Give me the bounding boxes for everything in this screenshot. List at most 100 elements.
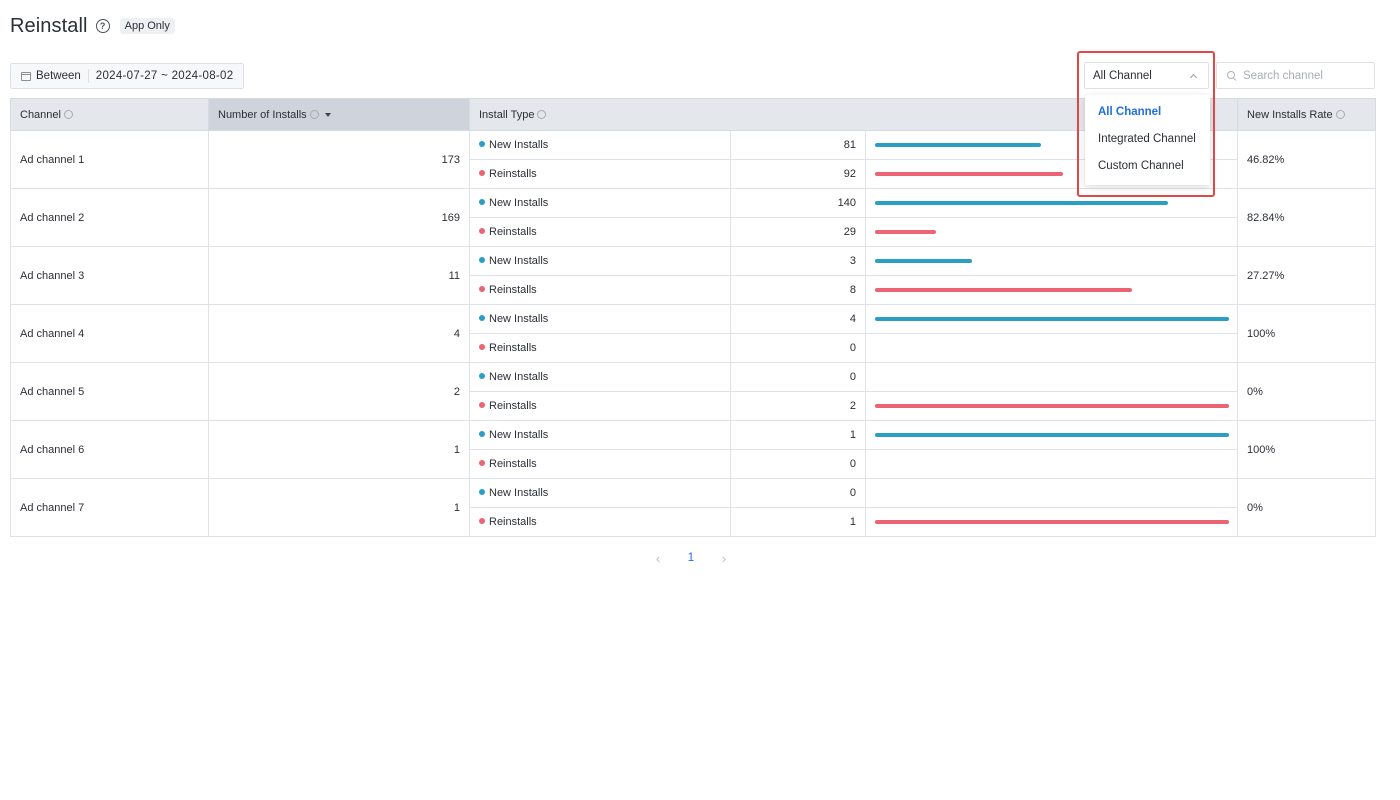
- install-bar-cell: [864, 362, 1239, 392]
- install-type-cell: Reinstalls: [469, 275, 731, 305]
- install-count-cell: 1: [730, 420, 866, 450]
- install-type-cell: Reinstalls: [469, 333, 731, 363]
- help-icon[interactable]: ?: [95, 19, 110, 33]
- installs-cell: 2: [208, 362, 470, 421]
- legend-dot-icon: [479, 228, 485, 234]
- info-icon[interactable]: [537, 109, 547, 119]
- rate-cell: 0%: [1237, 362, 1377, 421]
- install-count-cell: 0: [730, 478, 866, 508]
- table-row: Ad channel 2 169 New Installs 140 82.84%: [10, 188, 1377, 247]
- title-row: Reinstall ? App Only: [10, 12, 175, 40]
- search-channel-box[interactable]: [1216, 62, 1375, 89]
- install-bar-cell: [864, 449, 1239, 479]
- install-count-cell: 0: [730, 333, 866, 363]
- next-page-button[interactable]: ›: [716, 551, 732, 566]
- channel-cell: Ad channel 3: [10, 246, 209, 305]
- rate-cell: 82.84%: [1237, 188, 1377, 247]
- channel-select[interactable]: All Channel: [1084, 62, 1209, 89]
- rate-cell: 100%: [1237, 420, 1377, 479]
- install-bar: [875, 317, 1229, 321]
- channel-cell: Ad channel 5: [10, 362, 209, 421]
- date-range-picker[interactable]: Between 2024-07-27 ~ 2024-08-02: [10, 63, 244, 89]
- sort-desc-icon[interactable]: [324, 112, 331, 117]
- page-title: Reinstall: [10, 14, 88, 37]
- install-type-cell: Reinstalls: [469, 159, 731, 189]
- install-type-cell: New Installs: [469, 246, 731, 276]
- install-bar: [875, 433, 1229, 437]
- dropdown-option-integrated-channel[interactable]: Integrated Channel: [1085, 127, 1210, 154]
- install-bar: [875, 230, 936, 234]
- legend-dot-icon: [479, 402, 485, 408]
- info-icon[interactable]: [1335, 109, 1345, 119]
- install-count-cell: 1: [730, 507, 866, 537]
- table-row: Ad channel 7 1 New Installs 0 0%: [10, 478, 1377, 537]
- legend-dot-icon: [479, 315, 485, 321]
- install-count-cell: 3: [730, 246, 866, 276]
- prev-page-button[interactable]: ‹: [650, 551, 666, 566]
- install-bar-cell: [864, 246, 1239, 276]
- legend-dot-icon: [479, 489, 485, 495]
- rate-cell: 100%: [1237, 304, 1377, 363]
- install-bar-cell: [864, 188, 1239, 218]
- install-type-cell: New Installs: [469, 130, 731, 160]
- date-divider: [87, 69, 89, 83]
- installs-cell: 173: [208, 130, 470, 189]
- install-bar-cell: [864, 217, 1239, 247]
- install-bar-cell: [864, 507, 1239, 537]
- channel-select-value: All Channel: [1093, 69, 1152, 82]
- chevron-up-icon: [1189, 73, 1198, 81]
- search-icon: [1227, 70, 1237, 81]
- install-type-cell: Reinstalls: [469, 217, 731, 247]
- info-icon[interactable]: [63, 109, 73, 119]
- legend-dot-icon: [479, 141, 485, 147]
- install-bar-cell: [864, 478, 1239, 508]
- dropdown-option-all-channel[interactable]: All Channel: [1085, 100, 1210, 127]
- legend-dot-icon: [479, 373, 485, 379]
- channel-cell: Ad channel 7: [10, 478, 209, 537]
- table-row: Ad channel 6 1 New Installs 1 100%: [10, 420, 1377, 479]
- install-count-cell: 0: [730, 362, 866, 392]
- column-header-channel[interactable]: Channel: [10, 98, 209, 131]
- info-icon[interactable]: [309, 109, 319, 119]
- table-row: Ad channel 3 11 New Installs 3 27.27%: [10, 246, 1377, 305]
- rate-cell: 27.27%: [1237, 246, 1377, 305]
- legend-dot-icon: [479, 518, 485, 524]
- install-bar-cell: [864, 275, 1239, 305]
- calendar-icon: [21, 71, 31, 81]
- date-range-value: 2024-07-27 ~ 2024-08-02: [95, 70, 234, 82]
- dropdown-option-custom-channel[interactable]: Custom Channel: [1085, 154, 1210, 181]
- channel-dropdown-menu: All Channel Integrated Channel Custom Chan…: [1085, 95, 1210, 185]
- column-header-installs[interactable]: Number of Installs: [208, 98, 470, 131]
- legend-dot-icon: [479, 199, 485, 205]
- table-row: Ad channel 4 4 New Installs 4 100%: [10, 304, 1377, 363]
- channel-cell: Ad channel 4: [10, 304, 209, 363]
- installs-cell: 169: [208, 188, 470, 247]
- install-count-cell: 2: [730, 391, 866, 421]
- install-count-cell: 8: [730, 275, 866, 305]
- app-only-badge: App Only: [119, 18, 175, 34]
- install-type-cell: New Installs: [469, 420, 731, 450]
- install-bar-cell: [864, 333, 1239, 363]
- installs-cell: 1: [208, 478, 470, 537]
- install-bar-cell: [864, 420, 1239, 450]
- install-bar: [875, 172, 1063, 176]
- install-bar: [875, 259, 972, 263]
- install-count-cell: 29: [730, 217, 866, 247]
- install-count-cell: 92: [730, 159, 866, 189]
- legend-dot-icon: [479, 431, 485, 437]
- legend-dot-icon: [479, 460, 485, 466]
- channel-cell: Ad channel 1: [10, 130, 209, 189]
- channel-cell: Ad channel 6: [10, 420, 209, 479]
- install-count-cell: 81: [730, 130, 866, 160]
- column-header-rate[interactable]: New Installs Rate: [1237, 98, 1377, 131]
- install-bar-cell: [864, 304, 1239, 334]
- channel-cell: Ad channel 2: [10, 188, 209, 247]
- page-number-1[interactable]: 1: [666, 552, 716, 564]
- install-count-cell: 140: [730, 188, 866, 218]
- installs-cell: 11: [208, 246, 470, 305]
- search-channel-input[interactable]: [1243, 69, 1373, 82]
- install-type-cell: New Installs: [469, 304, 731, 334]
- install-type-cell: Reinstalls: [469, 449, 731, 479]
- install-bar: [875, 520, 1229, 524]
- installs-cell: 1: [208, 420, 470, 479]
